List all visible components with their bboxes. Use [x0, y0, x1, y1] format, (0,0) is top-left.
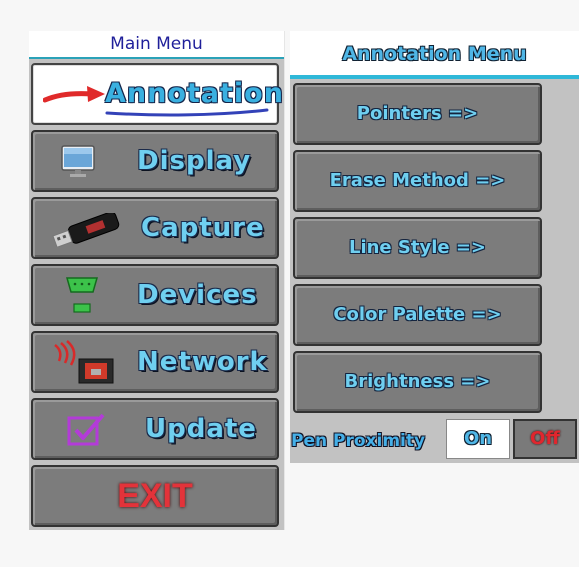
network-wireless-icon	[54, 340, 114, 384]
menu-item-label: Network	[137, 347, 268, 377]
menu-item-capture[interactable]: Capture	[31, 197, 279, 259]
monitor-icon	[61, 145, 95, 177]
main-menu-title: Main Menu	[29, 31, 284, 59]
line-style-button[interactable]: Line Style =>	[293, 217, 542, 279]
menu-item-label: Devices	[137, 280, 258, 310]
exit-button[interactable]: EXIT	[31, 465, 279, 527]
menu-item-annotation[interactable]: Annotation	[31, 63, 283, 125]
brightness-button[interactable]: Brightness =>	[293, 351, 542, 413]
erase-method-button[interactable]: Erase Method =>	[293, 150, 542, 212]
usb-capture-stick-icon	[52, 213, 120, 247]
pen-proximity-on-button[interactable]: On	[446, 419, 510, 459]
underline-stroke-icon	[105, 108, 269, 117]
menu-item-label: Capture	[141, 213, 265, 243]
exit-label: EXIT	[117, 477, 193, 515]
menu-item-display[interactable]: Display	[31, 130, 279, 192]
pen-proximity-off-button[interactable]: Off	[513, 419, 577, 459]
annotation-menu-title: Annotation Menu	[290, 31, 579, 79]
pen-proximity-label: Pen Proximity	[291, 431, 426, 451]
color-palette-button[interactable]: Color Palette =>	[293, 284, 542, 346]
menu-item-devices[interactable]: Devices	[31, 264, 279, 326]
menu-item-network[interactable]: Network	[31, 331, 279, 393]
main-menu-panel: Main Menu Annotation Display Capture Dev…	[29, 31, 285, 530]
serial-port-icon	[66, 277, 98, 313]
checkbox-icon	[67, 413, 105, 446]
red-arrow-icon	[43, 86, 105, 103]
annotation-menu-panel: Annotation Menu Pointers => Erase Method…	[290, 31, 579, 463]
pointers-button[interactable]: Pointers =>	[293, 83, 542, 145]
menu-item-update[interactable]: Update	[31, 398, 279, 460]
menu-item-label: Update	[145, 414, 257, 444]
menu-item-label: Display	[137, 146, 252, 176]
